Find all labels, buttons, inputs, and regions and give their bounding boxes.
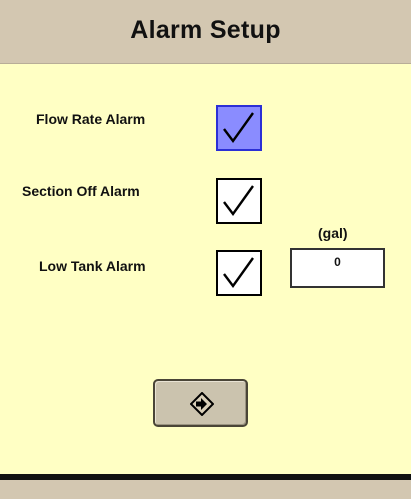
- flow-rate-alarm-checkbox[interactable]: [216, 105, 262, 151]
- page-title: Alarm Setup: [130, 16, 281, 44]
- section-off-alarm-label: Section Off Alarm: [22, 183, 140, 199]
- checkmark-icon: [223, 257, 254, 289]
- footer-bar: [0, 474, 411, 499]
- flow-rate-alarm-label: Flow Rate Alarm: [36, 111, 146, 127]
- checkmark-icon: [223, 185, 254, 217]
- low-tank-alarm-checkbox[interactable]: [216, 250, 262, 296]
- title-bar: Alarm Setup: [0, 0, 411, 64]
- section-off-alarm-checkbox[interactable]: [216, 178, 262, 224]
- low-tank-level-input[interactable]: 0: [290, 248, 385, 288]
- arrow-right-diamond-icon: [190, 392, 214, 416]
- tank-unit-label: (gal): [318, 225, 348, 241]
- next-button[interactable]: [153, 379, 248, 427]
- checkmark-icon: [223, 112, 254, 144]
- low-tank-alarm-label: Low Tank Alarm: [39, 258, 146, 274]
